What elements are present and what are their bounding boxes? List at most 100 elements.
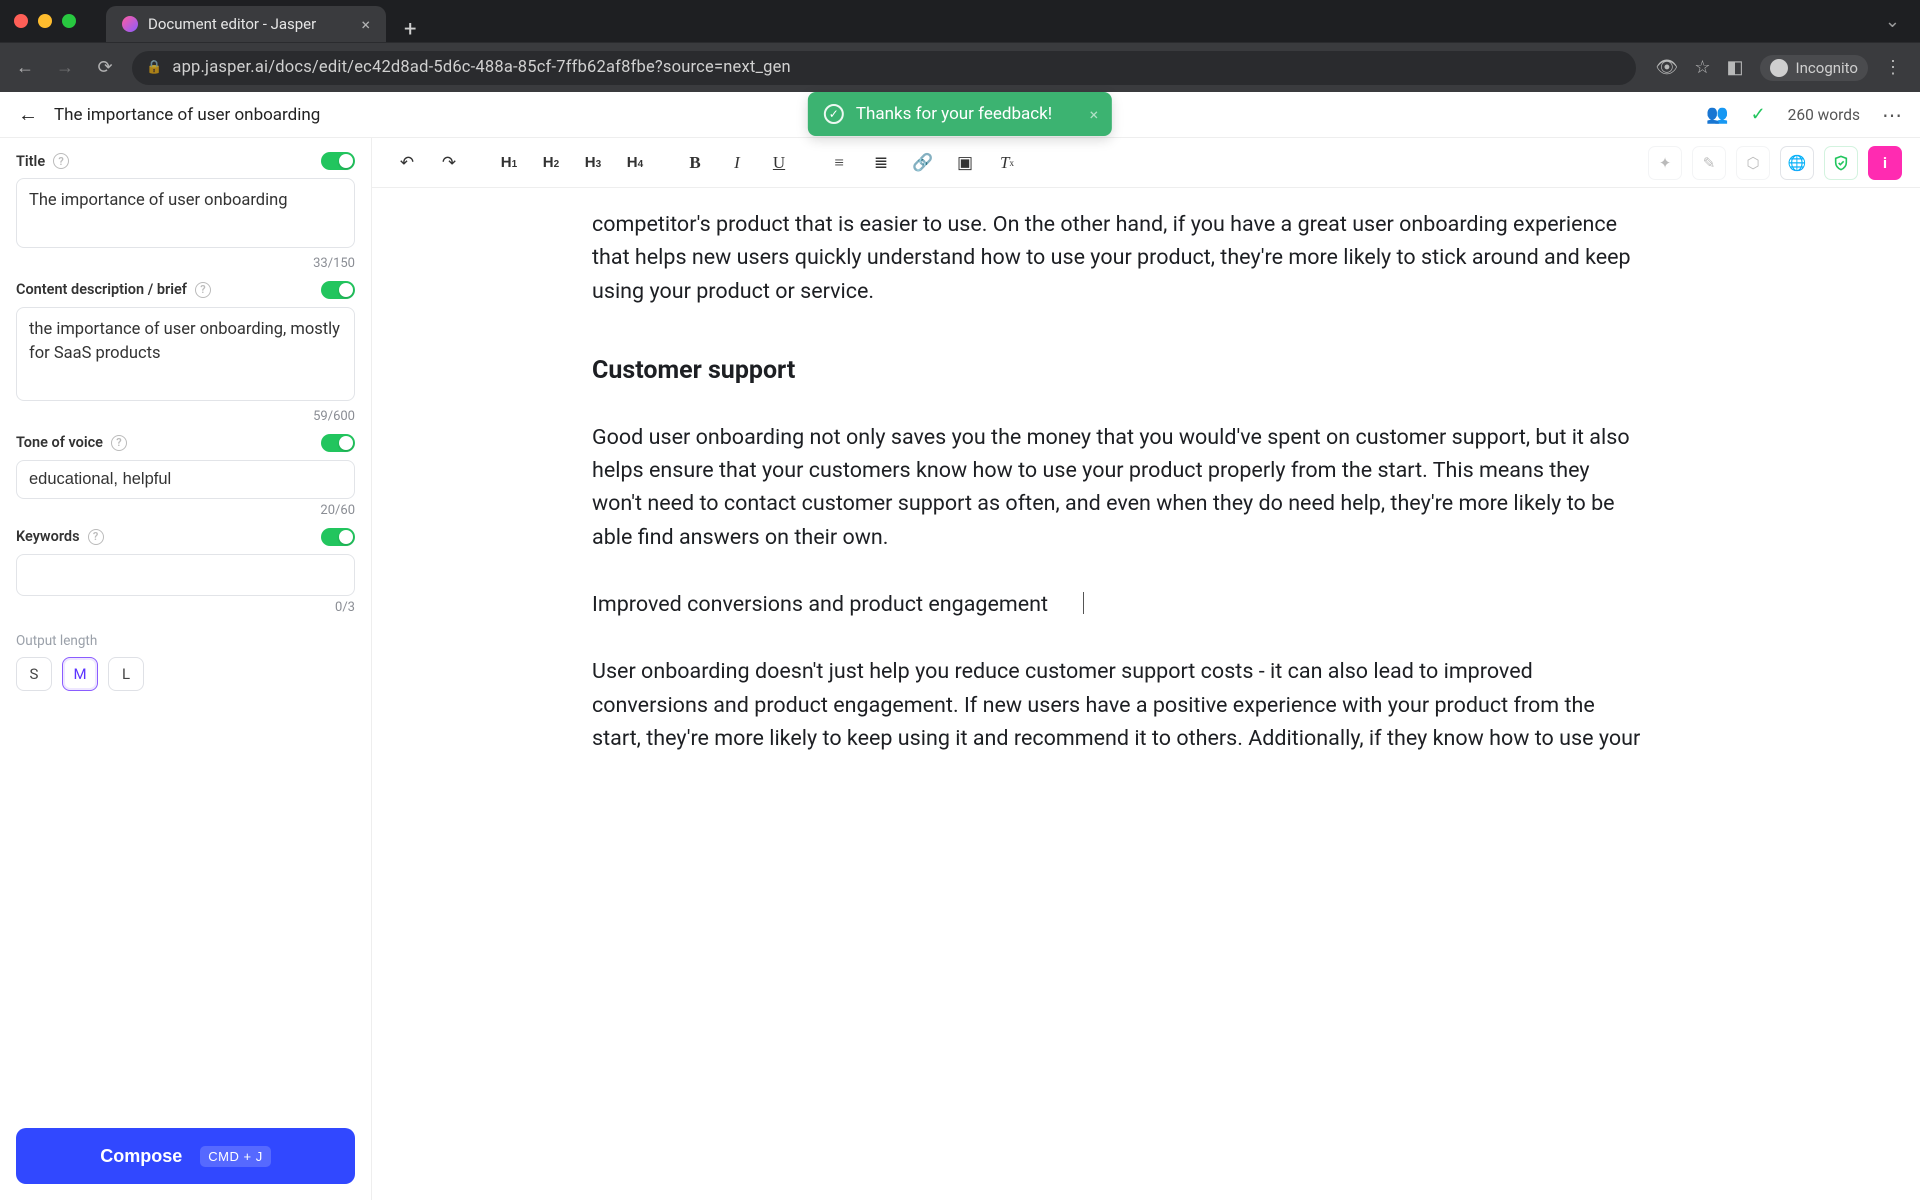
feedback-toast: ✓ Thanks for your feedback! × (808, 92, 1112, 136)
document-content[interactable]: competitor's product that is easier to u… (592, 188, 1682, 835)
keywords-field: Keywords ? 0/3 (16, 528, 355, 615)
back-arrow-icon[interactable]: ← (18, 102, 38, 127)
ai-sparkle-icon[interactable]: ✦ (1648, 146, 1682, 180)
ordered-list-icon[interactable]: ≡ (822, 146, 856, 180)
tone-label: Tone of voice (16, 434, 103, 451)
title-label: Title (16, 153, 45, 170)
image-icon[interactable]: ▣ (948, 146, 982, 180)
paragraph[interactable]: Improved conversions and product engagem… (592, 588, 1642, 621)
url-box[interactable]: 🔒 app.jasper.ai/docs/edit/ec42d8ad-5d6c-… (132, 51, 1636, 85)
edit-pencil-icon[interactable]: ✎ (1692, 146, 1726, 180)
length-l-button[interactable]: L (108, 657, 144, 691)
lock-icon: 🔒 (146, 60, 162, 75)
document-scroll[interactable]: competitor's product that is easier to u… (372, 188, 1920, 1200)
tone-field: Tone of voice ? 20/60 (16, 434, 355, 518)
window-zoom-dot[interactable] (62, 14, 76, 28)
browser-tab[interactable]: Document editor - Jasper × (106, 6, 386, 42)
incognito-label: Incognito (1796, 59, 1858, 77)
text-caret (1083, 592, 1084, 614)
clear-format-icon[interactable]: Tx (990, 146, 1024, 180)
length-m-button[interactable]: M (62, 657, 98, 691)
help-icon[interactable]: ? (111, 435, 127, 451)
info-button[interactable]: i (1868, 146, 1902, 180)
help-icon[interactable]: ? (53, 153, 69, 169)
url-text: app.jasper.ai/docs/edit/ec42d8ad-5d6c-48… (172, 58, 790, 77)
incognito-chip[interactable]: Incognito (1760, 55, 1868, 81)
help-icon[interactable]: ? (88, 529, 104, 545)
text-run: Improved conversions and product engagem… (592, 592, 1048, 617)
compose-shortcut: CMD + J (200, 1146, 270, 1167)
extensions-icon[interactable]: ◧ (1727, 57, 1744, 78)
h3-button[interactable]: H3 (576, 146, 610, 180)
brief-input[interactable] (16, 307, 355, 401)
tab-overflow-icon[interactable]: ⌄ (1885, 11, 1906, 32)
more-menu-icon[interactable]: ⋯ (1882, 103, 1902, 127)
window-titlebar: Document editor - Jasper × + ⌄ (0, 0, 1920, 42)
link-icon[interactable]: 🔗 (906, 146, 940, 180)
address-bar-row: ← → ⟳ 🔒 app.jasper.ai/docs/edit/ec42d8ad… (0, 42, 1920, 92)
output-length-group: S M L (16, 657, 355, 691)
heading-customer-support[interactable]: Customer support (592, 352, 1642, 391)
settings-sidebar: Title ? 33/150 Content description / bri… (0, 138, 372, 1200)
shield-check-icon[interactable] (1824, 146, 1858, 180)
tone-input[interactable] (16, 460, 355, 499)
editor-pane: ↶ ↷ H1 H2 H3 H4 B I U ≡ ≣ 🔗 ▣ Tx ✦ ✎ (372, 138, 1920, 1200)
unordered-list-icon[interactable]: ≣ (864, 146, 898, 180)
doc-title: The importance of user onboarding (54, 105, 320, 125)
browser-menu-icon[interactable]: ⋮ (1884, 57, 1902, 78)
incognito-icon (1770, 59, 1788, 77)
output-length-label: Output length (16, 633, 355, 649)
underline-button[interactable]: U (762, 146, 796, 180)
keywords-label: Keywords (16, 528, 80, 545)
undo-icon[interactable]: ↶ (390, 146, 424, 180)
nav-reload-icon[interactable]: ⟳ (92, 57, 118, 78)
nav-back-icon[interactable]: ← (12, 57, 38, 78)
globe-icon[interactable]: 🌐 (1780, 146, 1814, 180)
window-minimize-dot[interactable] (38, 14, 52, 28)
tone-counter: 20/60 (16, 503, 355, 518)
brief-counter: 59/600 (16, 409, 355, 424)
title-field: Title ? 33/150 (16, 152, 355, 271)
nav-forward-icon[interactable]: → (52, 57, 78, 78)
bold-button[interactable]: B (678, 146, 712, 180)
title-toggle[interactable] (321, 152, 355, 170)
word-count: 260 words (1788, 106, 1860, 124)
tab-close-icon[interactable]: × (361, 15, 370, 34)
tab-title: Document editor - Jasper (148, 15, 316, 33)
bookmark-star-icon[interactable]: ☆ (1694, 57, 1710, 78)
keywords-counter: 0/3 (16, 600, 355, 615)
brief-toggle[interactable] (321, 281, 355, 299)
window-traffic-lights[interactable] (14, 14, 76, 28)
tab-favicon (122, 16, 138, 32)
italic-button[interactable]: I (720, 146, 754, 180)
keywords-input[interactable] (16, 554, 355, 596)
browser-chrome: Document editor - Jasper × + ⌄ ← → ⟳ 🔒 a… (0, 0, 1920, 92)
paragraph[interactable]: User onboarding doesn't just help you re… (592, 655, 1642, 755)
globe-faded-icon[interactable]: ⬡ (1736, 146, 1770, 180)
keywords-toggle[interactable] (321, 528, 355, 546)
brief-label: Content description / brief (16, 281, 187, 298)
compose-button[interactable]: Compose CMD + J (16, 1128, 355, 1184)
title-input[interactable] (16, 178, 355, 248)
help-icon[interactable]: ? (195, 282, 211, 298)
tab-strip: Document editor - Jasper × + (106, 0, 434, 42)
new-tab-button[interactable]: + (386, 17, 434, 42)
h1-button[interactable]: H1 (492, 146, 526, 180)
eye-off-icon[interactable]: 👁 (1656, 57, 1679, 78)
toast-close-icon[interactable]: × (1090, 105, 1099, 124)
h4-button[interactable]: H4 (618, 146, 652, 180)
toast-message: Thanks for your feedback! (856, 104, 1052, 124)
compose-label: Compose (100, 1146, 182, 1167)
window-close-dot[interactable] (14, 14, 28, 28)
paragraph[interactable]: competitor's product that is easier to u… (592, 208, 1642, 308)
title-counter: 33/150 (16, 256, 355, 271)
length-s-button[interactable]: S (16, 657, 52, 691)
editor-toolbar: ↶ ↷ H1 H2 H3 H4 B I U ≡ ≣ 🔗 ▣ Tx ✦ ✎ (372, 138, 1920, 188)
brief-field: Content description / brief ? 59/600 (16, 281, 355, 424)
paragraph[interactable]: Good user onboarding not only saves you … (592, 421, 1642, 554)
h2-button[interactable]: H2 (534, 146, 568, 180)
tone-toggle[interactable] (321, 434, 355, 452)
saved-check-icon: ✓ (1751, 104, 1766, 125)
redo-icon[interactable]: ↷ (432, 146, 466, 180)
share-people-icon[interactable]: 👥 (1706, 104, 1728, 125)
